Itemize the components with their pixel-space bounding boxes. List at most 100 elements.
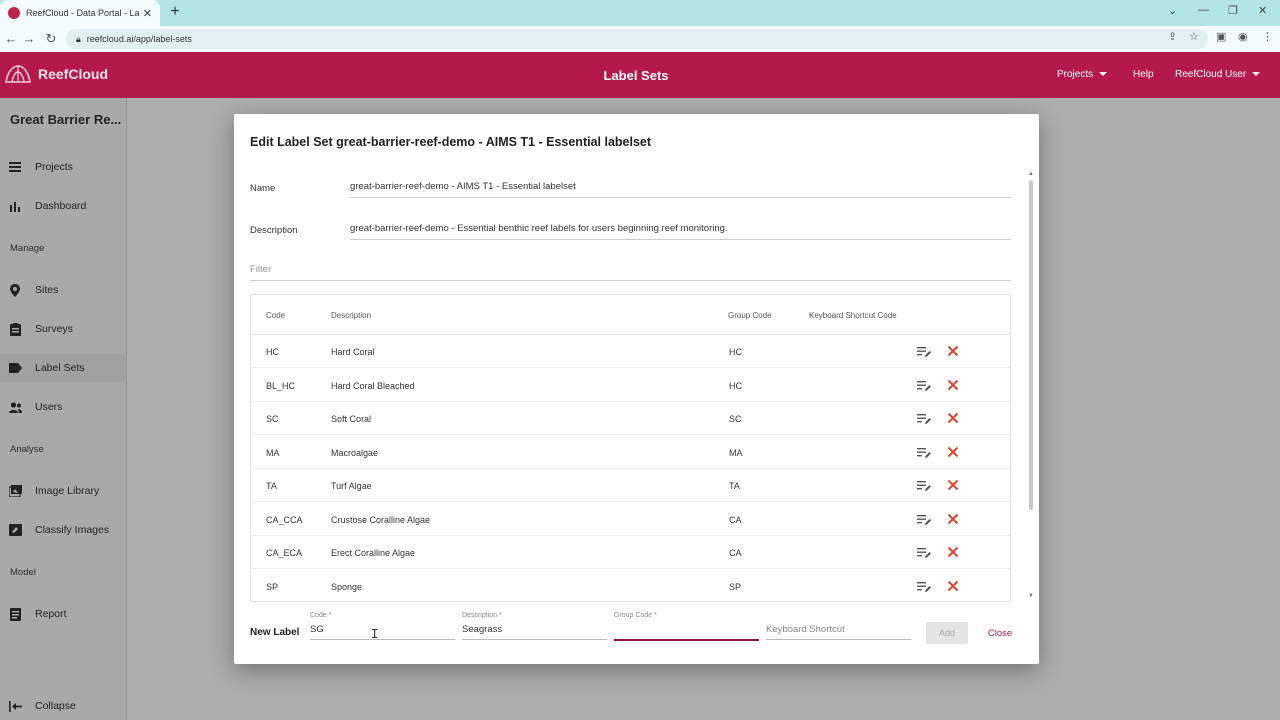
header-description: Description bbox=[331, 311, 372, 320]
cell-code: SC bbox=[266, 414, 279, 424]
window-close-icon[interactable]: ✕ bbox=[1258, 4, 1267, 17]
group-code-caption: Group Code * bbox=[614, 612, 657, 619]
shortcut-input[interactable] bbox=[766, 622, 911, 640]
edit-icon[interactable] bbox=[917, 480, 931, 492]
new-description-group: Description * bbox=[462, 612, 607, 640]
delete-icon[interactable] bbox=[947, 580, 959, 592]
cell-code: CA_CCA bbox=[266, 514, 303, 525]
table-row: CA_ECA Erect Coralline Algae CA bbox=[251, 536, 1010, 569]
code-input[interactable] bbox=[310, 622, 455, 640]
delete-icon[interactable] bbox=[947, 412, 959, 424]
cell-group-code: SP bbox=[729, 581, 742, 592]
cell-code: SP bbox=[266, 581, 279, 592]
code-caption: Code * bbox=[310, 612, 332, 619]
cell-group-code: TA bbox=[729, 481, 740, 491]
table-row: HC Hard Coral HC bbox=[251, 335, 1010, 368]
new-shortcut-group bbox=[766, 612, 911, 640]
browser-toolbar: ← → ↻ 🔒︎ reefcloud.ai/app/label-sets ⇪ ☆… bbox=[0, 26, 1280, 52]
delete-icon[interactable] bbox=[947, 546, 959, 558]
user-menu-label: ReefCloud User bbox=[1175, 69, 1247, 80]
cell-group-code: SC bbox=[729, 414, 742, 424]
cell-code: BL_HC bbox=[266, 380, 296, 391]
edit-icon[interactable] bbox=[917, 514, 931, 526]
browser-tab-strip: ReefCloud - Data Portal - Label ✕ + ⌄ — … bbox=[0, 0, 1280, 26]
projects-menu-label: Projects bbox=[1057, 69, 1094, 80]
description-caption: Description * bbox=[462, 612, 502, 619]
favicon-icon bbox=[8, 7, 20, 19]
edit-icon[interactable] bbox=[917, 447, 931, 459]
description-input[interactable] bbox=[462, 622, 607, 640]
new-tab-icon[interactable]: + bbox=[166, 3, 184, 21]
new-group-code-group: Group Code * bbox=[614, 612, 759, 641]
help-link[interactable]: Help bbox=[1133, 69, 1154, 80]
delete-icon[interactable] bbox=[947, 345, 959, 357]
tab-close-icon[interactable]: ✕ bbox=[143, 7, 152, 20]
cell-group-code: MA bbox=[729, 447, 743, 458]
table-row: SC Soft Coral SC bbox=[251, 402, 1010, 435]
cell-code: TA bbox=[266, 481, 277, 491]
header-code: Code bbox=[266, 311, 286, 320]
edit-icon[interactable] bbox=[917, 581, 931, 593]
table-row: MA Macroalgae MA bbox=[251, 436, 1010, 469]
chevron-down-icon bbox=[1099, 72, 1108, 77]
cell-description: Hard Coral bbox=[331, 347, 375, 357]
scroll-down-icon[interactable]: ▼ bbox=[1028, 593, 1034, 599]
user-menu[interactable]: ReefCloud User bbox=[1175, 69, 1261, 80]
description-label: Description bbox=[250, 225, 298, 236]
delete-icon[interactable] bbox=[947, 446, 959, 458]
cell-group-code: CA bbox=[729, 548, 742, 558]
projects-menu[interactable]: Projects bbox=[1057, 69, 1108, 80]
cell-description: Sponge bbox=[331, 581, 363, 592]
cell-description: Hard Coral Bleached bbox=[331, 380, 415, 391]
browser-tab-title: ReefCloud - Data Portal - Label bbox=[26, 8, 139, 18]
address-bar[interactable]: 🔒︎ reefcloud.ai/app/label-sets bbox=[66, 29, 1208, 49]
cell-code: MA bbox=[266, 447, 280, 458]
bookmark-star-icon[interactable]: ☆ bbox=[1189, 30, 1199, 43]
cell-code: CA_ECA bbox=[266, 548, 303, 558]
edit-icon[interactable] bbox=[917, 547, 931, 559]
browser-menu-icon[interactable]: ⋮ bbox=[1262, 30, 1273, 43]
url-text: reefcloud.ai/app/label-sets bbox=[86, 34, 192, 44]
lock-icon: 🔒︎ bbox=[76, 33, 81, 44]
name-field[interactable]: great-barrier-reef-demo - AIMS T1 - Esse… bbox=[350, 181, 1011, 198]
delete-icon[interactable] bbox=[947, 513, 959, 525]
table-row: BL_HC Hard Coral Bleached HC bbox=[251, 369, 1010, 402]
delete-icon[interactable] bbox=[947, 379, 959, 391]
table-row: TA Turf Algae TA bbox=[251, 469, 1010, 502]
cell-description: Erect Coralline Algae bbox=[331, 548, 416, 558]
restore-icon[interactable]: ❐ bbox=[1228, 4, 1238, 17]
reload-icon[interactable]: ↻ bbox=[40, 31, 62, 47]
header-group-code: Group Code bbox=[728, 311, 772, 320]
dialog-title: Edit Label Set great-barrier-reef-demo -… bbox=[250, 135, 652, 149]
scroll-up-icon[interactable]: ▲ bbox=[1028, 171, 1034, 177]
forward-icon[interactable]: → bbox=[18, 31, 40, 46]
edit-label-set-dialog: Edit Label Set great-barrier-reef-demo -… bbox=[234, 114, 1039, 664]
chevron-down-icon bbox=[1252, 72, 1261, 77]
cell-description: Macroalgae bbox=[331, 447, 379, 458]
profile-icon[interactable]: ◉ bbox=[1238, 30, 1248, 43]
tab-search-icon[interactable]: ⌄ bbox=[1168, 4, 1177, 17]
dialog-scrollbar[interactable] bbox=[1029, 180, 1033, 510]
browser-tab[interactable]: ReefCloud - Data Portal - Label ✕ bbox=[0, 0, 160, 26]
filter-input[interactable]: Filter bbox=[250, 264, 1011, 281]
add-button[interactable]: Add bbox=[926, 622, 968, 644]
labels-table: Code Description Group Code Keyboard Sho… bbox=[250, 294, 1011, 602]
cell-description: Soft Coral bbox=[331, 414, 372, 424]
delete-icon[interactable] bbox=[947, 479, 959, 491]
cell-group-code: HC bbox=[729, 380, 742, 391]
description-field[interactable]: great-barrier-reef-demo - Essential bent… bbox=[350, 223, 1011, 240]
share-icon[interactable]: ⇪ bbox=[1168, 30, 1177, 43]
edit-icon[interactable] bbox=[917, 346, 931, 358]
new-label-heading: New Label bbox=[250, 627, 300, 638]
new-code-group: Code * bbox=[310, 612, 455, 640]
group-code-input[interactable] bbox=[614, 622, 759, 641]
edit-icon[interactable] bbox=[917, 413, 931, 425]
edit-icon[interactable] bbox=[917, 380, 931, 392]
header-shortcut: Keyboard Shortcut Code bbox=[809, 311, 897, 320]
cell-group-code: CA bbox=[729, 514, 742, 525]
close-button[interactable]: Close bbox=[982, 622, 1018, 644]
minimize-icon[interactable]: — bbox=[1198, 4, 1209, 16]
side-panel-icon[interactable]: ▣ bbox=[1216, 30, 1226, 43]
name-label: Name bbox=[250, 183, 276, 194]
cell-group-code: HC bbox=[729, 347, 742, 357]
